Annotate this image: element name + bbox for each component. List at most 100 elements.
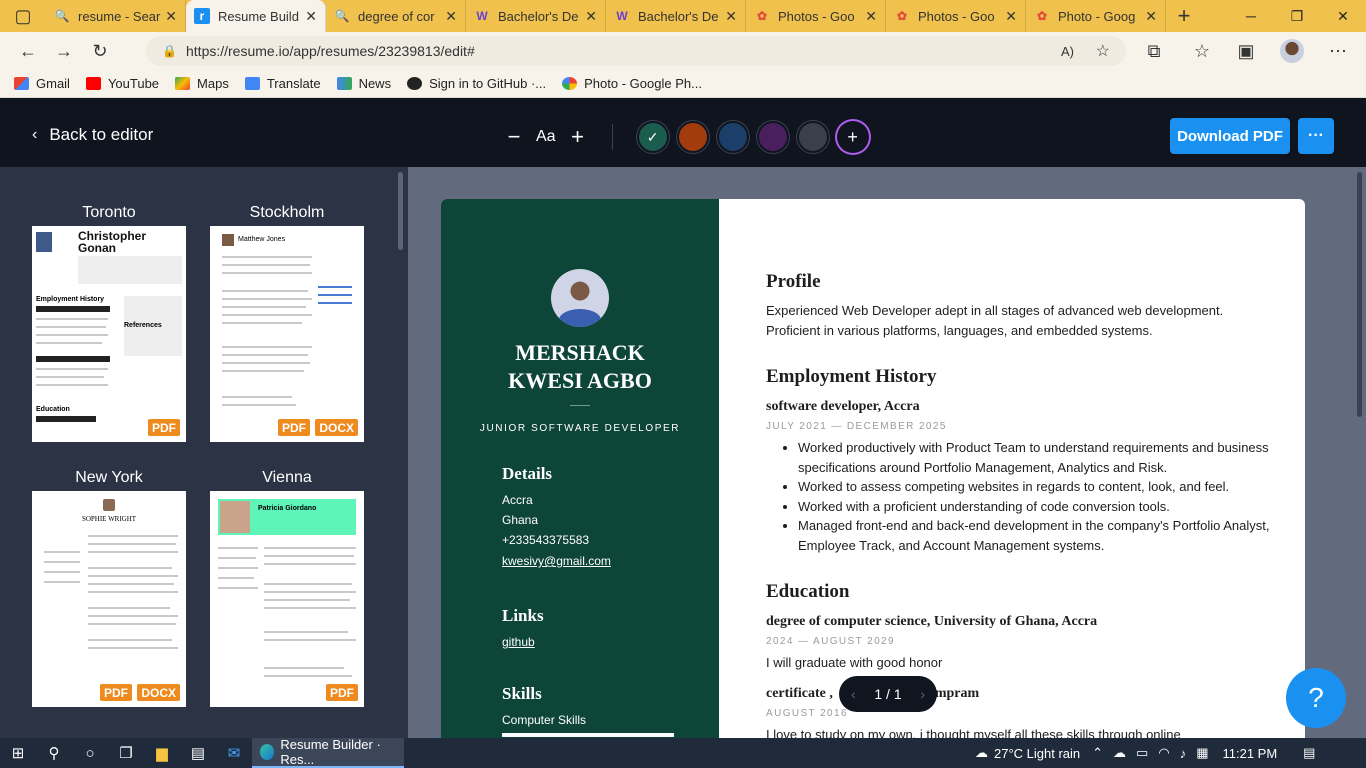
edge-icon	[260, 744, 275, 760]
profile-photo	[551, 269, 609, 327]
browser-tab[interactable]: 🔍 resume - Sear ✕	[46, 0, 186, 32]
color-swatch-purple[interactable]	[756, 121, 789, 153]
close-tab-icon[interactable]: ✕	[305, 8, 317, 25]
bookmark-google-photos[interactable]: Photo - Google Ph...	[562, 76, 702, 91]
favorites-icon[interactable]: ☆	[1184, 35, 1220, 67]
github-icon	[407, 77, 423, 90]
close-tab-icon[interactable]: ✕	[585, 8, 597, 25]
back-arrow-icon[interactable]: ←	[10, 35, 46, 67]
store-icon[interactable]: ▤	[180, 738, 216, 768]
browser-tab[interactable]: W Bachelor's De ✕	[466, 0, 606, 32]
download-pdf-button[interactable]: Download PDF	[1170, 118, 1290, 154]
chevron-up-icon[interactable]: ⌃	[1092, 745, 1103, 761]
color-swatch-navy[interactable]	[716, 121, 749, 153]
resume-left-column: MERSHACK KWESI AGBO JUNIOR SOFTWARE DEVEL…	[441, 199, 719, 738]
battery-icon[interactable]: ▭	[1136, 745, 1148, 761]
onedrive-icon[interactable]: ☁	[1113, 745, 1126, 761]
close-tab-icon[interactable]: ✕	[725, 8, 737, 25]
maps-icon	[175, 77, 191, 90]
close-window-icon[interactable]: ✕	[1320, 0, 1366, 32]
browser-tab[interactable]: ✿ Photos - Goo ✕	[886, 0, 1026, 32]
weather-text[interactable]: 27°C Light rain	[994, 746, 1080, 761]
color-swatch-rust[interactable]	[676, 121, 709, 153]
url-input[interactable]: 🔒 https://resume.io/app/resumes/23239813…	[146, 36, 1126, 66]
favorite-star-icon[interactable]: ☆	[1096, 41, 1110, 61]
notifications-icon[interactable]: ▤	[1303, 745, 1315, 761]
profile-heading: Profile	[766, 271, 821, 292]
template-thumbnail: Patricia Giordano PDF	[210, 491, 364, 707]
browser-tab[interactable]: 🔍 degree of cor ✕	[326, 0, 466, 32]
browser-tab[interactable]: ✿ Photos - Goo ✕	[746, 0, 886, 32]
collections-icon[interactable]: ▣	[1228, 35, 1264, 67]
new-tab-icon[interactable]: +	[1166, 0, 1202, 32]
cortana-icon[interactable]: ○	[72, 738, 108, 768]
file-explorer-icon[interactable]: ▆	[144, 738, 180, 768]
template-card-vienna[interactable]: Vienna Patricia Giordano PDF	[210, 469, 364, 707]
color-swatch-charcoal[interactable]	[796, 121, 829, 153]
bookmark-github[interactable]: Sign in to GitHub ·...	[407, 76, 546, 91]
refresh-icon[interactable]: ↻	[82, 35, 118, 67]
template-card-toronto[interactable]: Toronto Christopher Gonan Employment Hist…	[32, 204, 186, 442]
job-bullet: Worked with a proficient understanding o…	[798, 497, 1272, 517]
template-card-stockholm[interactable]: Stockholm Matthew Jones PDF DOCX	[210, 204, 364, 442]
education-text-2: I love to study on my own, i thought mys…	[766, 727, 1181, 738]
bookmark-translate[interactable]: Translate	[244, 76, 321, 91]
color-swatch-green[interactable]: ✓	[636, 121, 669, 153]
more-menu-icon[interactable]: ⋯	[1320, 35, 1356, 67]
read-aloud-icon[interactable]: A)	[1061, 44, 1074, 59]
w-icon: W	[616, 9, 628, 23]
bookmark-maps[interactable]: Maps	[175, 76, 229, 91]
resume-job-title: JUNIOR SOFTWARE DEVELOPER	[479, 423, 681, 434]
keyboard-icon[interactable]: ▦	[1196, 745, 1208, 761]
windows-start-icon[interactable]: ⊞	[0, 738, 36, 768]
pdf-badge: PDF	[326, 684, 358, 701]
prev-page-icon[interactable]: ‹	[851, 686, 856, 702]
wifi-icon[interactable]: ◠	[1158, 745, 1169, 761]
github-link[interactable]: github	[502, 635, 535, 649]
translate-icon	[244, 77, 260, 90]
browser-tab[interactable]: W Bachelor's De ✕	[606, 0, 746, 32]
volume-icon[interactable]: ♪	[1180, 746, 1187, 761]
decrease-font-button[interactable]: −	[500, 124, 528, 150]
bookmark-gmail[interactable]: Gmail	[14, 76, 70, 91]
increase-font-button[interactable]: +	[564, 124, 592, 150]
minimize-icon[interactable]: ─	[1228, 0, 1274, 32]
task-view-icon[interactable]: ❐	[108, 738, 144, 768]
bookmark-youtube[interactable]: YouTube	[85, 76, 159, 91]
page-indicator: 1 / 1	[874, 686, 902, 702]
template-thumbnail: SOPHIE WRIGHT PDF DOCX	[32, 491, 186, 707]
back-to-editor-link[interactable]: ‹ Back to editor	[32, 125, 153, 145]
more-options-button[interactable]: ···	[1298, 118, 1334, 154]
bookmark-news[interactable]: News	[336, 76, 391, 91]
browser-tab-active[interactable]: r Resume Build ✕	[186, 0, 326, 32]
search-icon[interactable]: ⚲	[36, 738, 72, 768]
app-header: ‹ Back to editor − Aa + ✓ + Download PDF …	[0, 103, 1366, 167]
clock[interactable]: 11:21 PM	[1222, 746, 1277, 761]
close-tab-icon[interactable]: ✕	[865, 8, 877, 25]
preview-scrollbar[interactable]	[1357, 172, 1362, 417]
help-button[interactable]: ?	[1286, 668, 1346, 728]
toolbar-divider	[611, 124, 613, 150]
education-dates-2: AUGUST 2016	[766, 708, 848, 719]
close-tab-icon[interactable]: ✕	[445, 8, 457, 25]
job-bullet: Managed front-end and back-end developme…	[798, 516, 1272, 555]
close-tab-icon[interactable]: ✕	[165, 8, 177, 25]
tab-actions-icon[interactable]: ▢	[0, 0, 46, 32]
avatar[interactable]	[1280, 39, 1304, 63]
resume-name: MERSHACK KWESI AGBO	[508, 340, 652, 393]
browser-tab[interactable]: ✿ Photo - Goog ✕	[1026, 0, 1166, 32]
restore-icon[interactable]: ❐	[1274, 0, 1320, 32]
template-card-new-york[interactable]: New York SOPHIE WRIGHT PDF DOCX	[32, 469, 186, 707]
extensions-icon[interactable]: ⧉	[1136, 35, 1172, 67]
address-bar-row: ← → ↻ 🔒 https://resume.io/app/resumes/23…	[0, 32, 1366, 70]
detail-email[interactable]: kwesivy@gmail.com	[502, 554, 611, 568]
mail-icon[interactable]: ✉	[216, 738, 252, 768]
sidebar-scrollbar[interactable]	[398, 172, 403, 250]
pdf-badge: PDF	[100, 684, 132, 701]
forward-arrow-icon[interactable]: →	[46, 35, 82, 67]
close-tab-icon[interactable]: ✕	[1005, 8, 1017, 25]
close-tab-icon[interactable]: ✕	[1145, 8, 1157, 25]
custom-color-button[interactable]: +	[836, 121, 869, 153]
next-page-icon[interactable]: ›	[920, 686, 925, 702]
taskbar-app-edge[interactable]: Resume Builder · Res...	[252, 737, 404, 768]
